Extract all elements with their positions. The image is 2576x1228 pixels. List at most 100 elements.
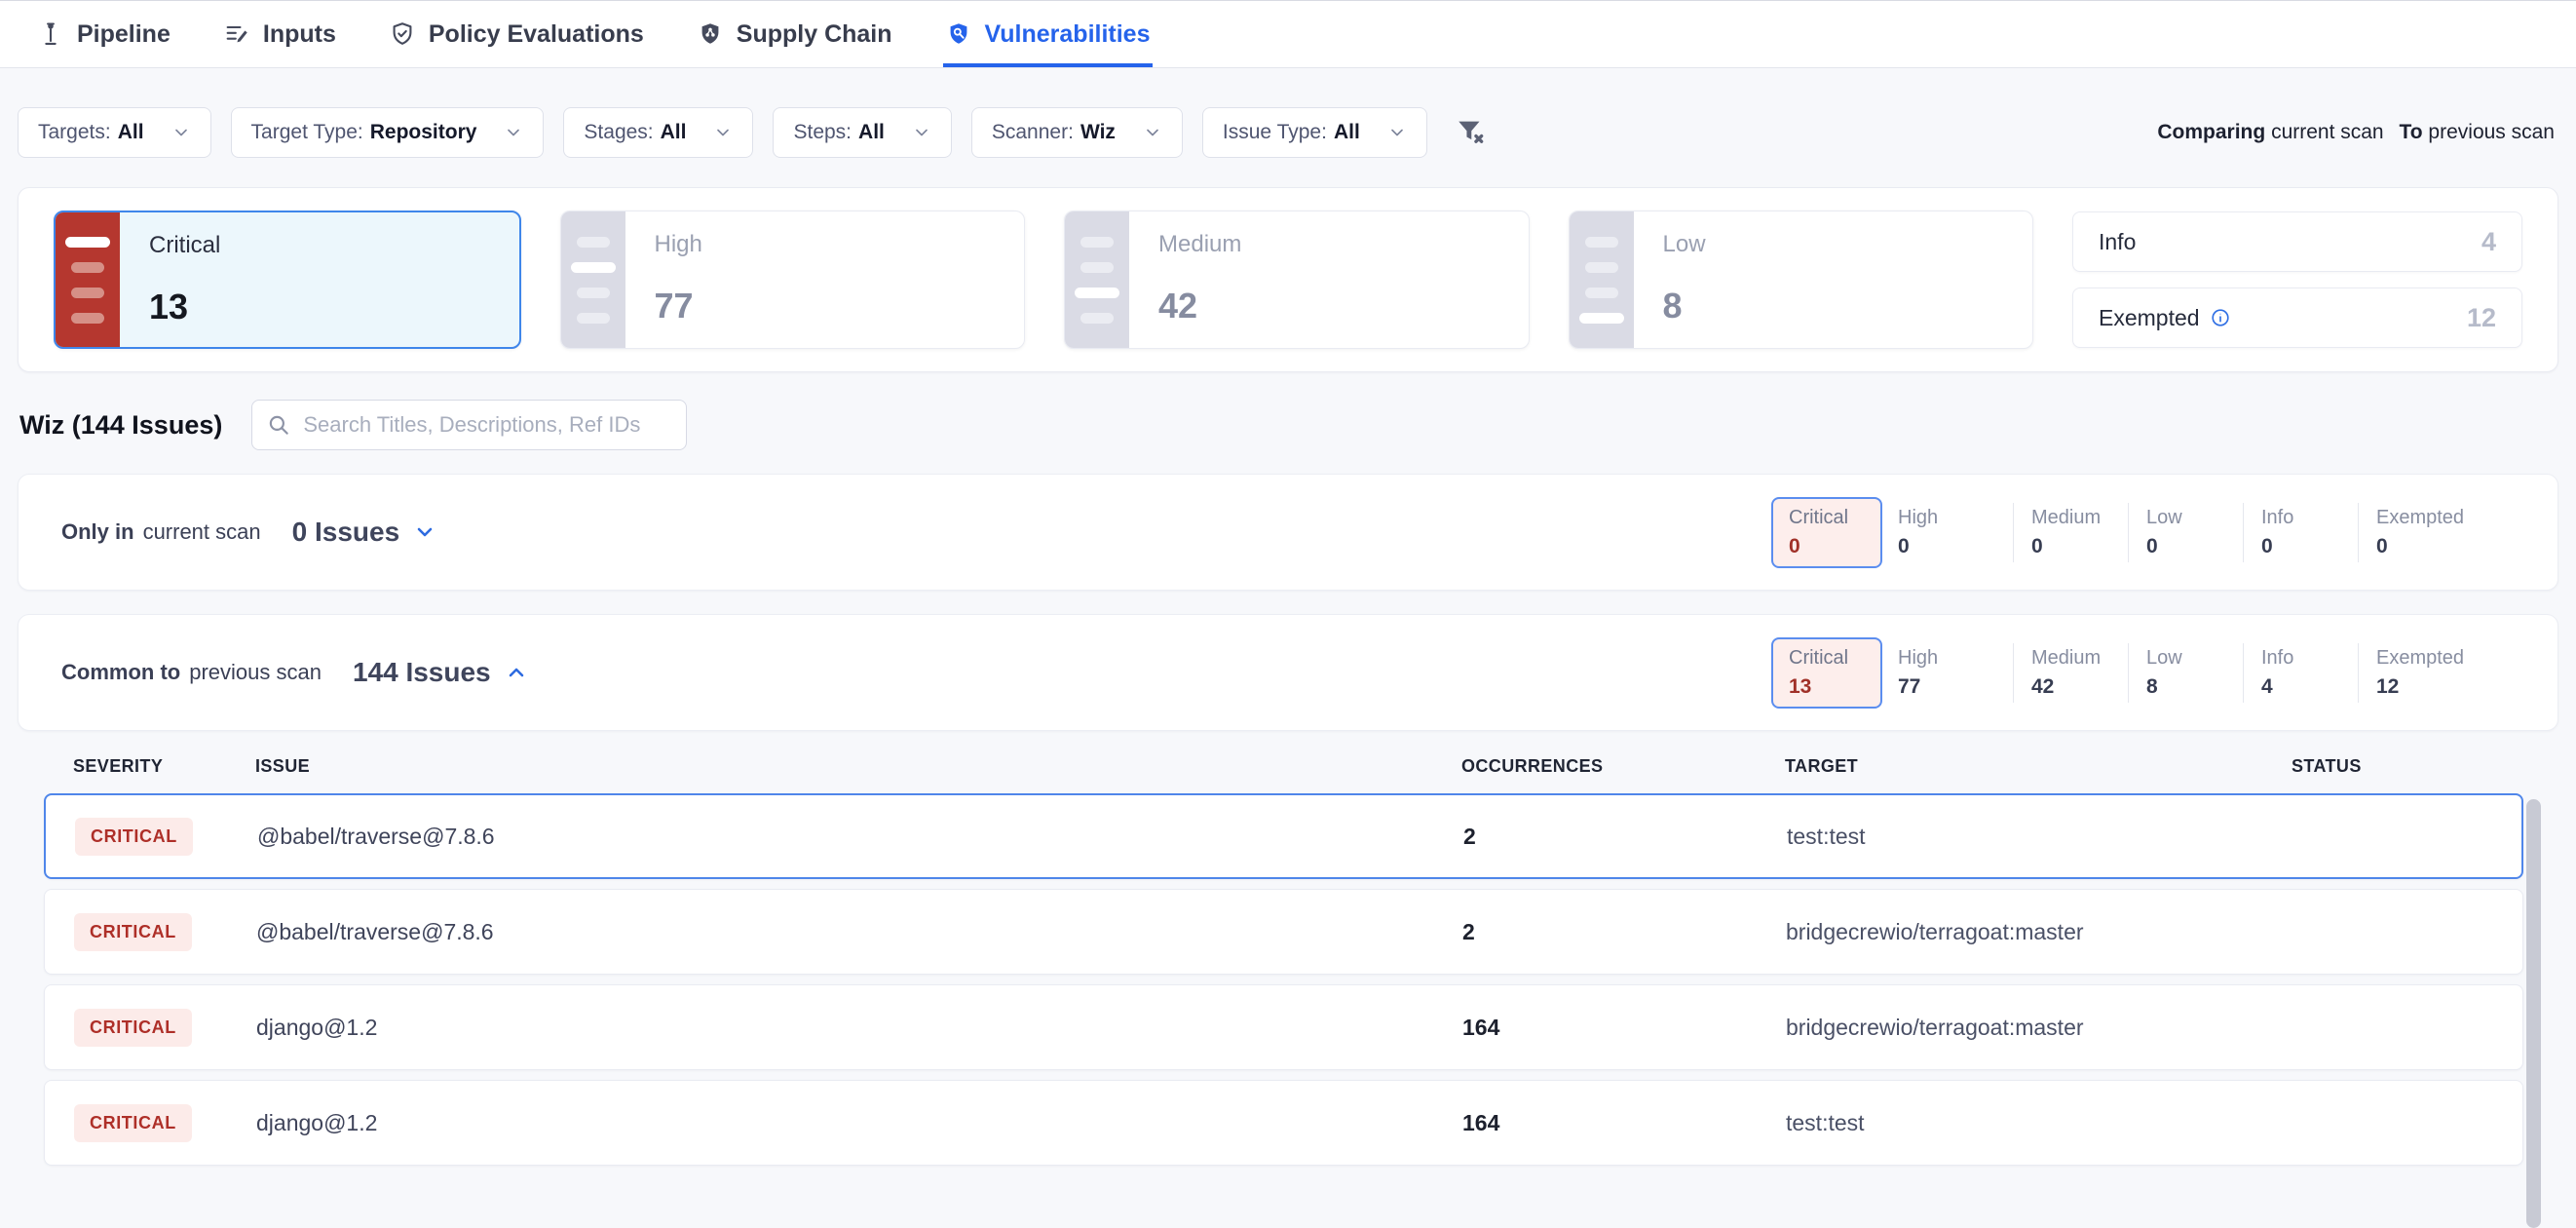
info-icon — [2210, 307, 2231, 328]
severity-badge: CRITICAL — [74, 1009, 192, 1047]
target-cell: test:test — [1787, 824, 2293, 850]
occurrences-cell: 2 — [1462, 919, 1786, 945]
issue-cell: django@1.2 — [256, 1015, 1462, 1041]
severity-label: Low — [1663, 231, 1706, 258]
section-rest-label: previous scan — [189, 660, 322, 685]
vertical-scrollbar[interactable] — [2526, 799, 2541, 1228]
tab-policy-evaluations[interactable]: Policy Evaluations — [387, 1, 646, 67]
table-row[interactable]: CRITICAL django@1.2 164 bridgecrewio/ter… — [44, 984, 2523, 1070]
issue-cell: @babel/traverse@7.8.6 — [256, 919, 1462, 945]
filter-stages[interactable]: Stages: All — [563, 107, 753, 158]
severity-stripe-icon — [561, 211, 625, 348]
chip-medium[interactable]: Medium 42 — [2013, 643, 2128, 703]
chevron-down-icon — [1143, 123, 1162, 142]
severity-count: 42 — [1158, 286, 1241, 326]
vulnerabilities-icon — [945, 20, 972, 48]
tab-supply-chain[interactable]: Supply Chain — [695, 1, 894, 67]
info-count: 4 — [2481, 227, 2496, 257]
issue-cell: @babel/traverse@7.8.6 — [257, 824, 1463, 850]
severity-summary: Critical 13 High 77 Medium 42 Low 8 I — [18, 187, 2558, 372]
chevron-down-icon — [713, 123, 733, 142]
severity-count: 13 — [149, 287, 220, 327]
tab-inputs[interactable]: Inputs — [221, 1, 338, 67]
section-bold-label: Common to — [61, 660, 180, 685]
table-header: SEVERITY ISSUE OCCURRENCES TARGET STATUS — [44, 748, 2523, 784]
tab-label: Policy Evaluations — [429, 20, 644, 49]
severity-card-medium[interactable]: Medium 42 — [1064, 211, 1530, 349]
info-label: Info — [2099, 229, 2136, 255]
supply-chain-icon — [697, 20, 724, 48]
chip-info[interactable]: Info 0 — [2243, 503, 2358, 562]
target-cell: bridgecrewio/terragoat:master — [1786, 919, 2292, 945]
pipeline-icon — [37, 20, 64, 48]
target-cell: test:test — [1786, 1110, 2292, 1136]
chip-exempted[interactable]: Exempted 0 — [2358, 503, 2473, 562]
section-bold-label: Only in — [61, 519, 134, 545]
chevron-down-icon — [504, 123, 523, 142]
severity-card-low[interactable]: Low 8 — [1569, 211, 2034, 349]
filter-issue-type[interactable]: Issue Type: All — [1202, 107, 1427, 158]
filter-targets[interactable]: Targets: All — [18, 107, 211, 158]
chip-low[interactable]: Low 0 — [2128, 503, 2243, 562]
chip-critical[interactable]: Critical 0 — [1771, 497, 1882, 568]
issues-count-toggle[interactable]: 144 Issues — [353, 657, 528, 688]
table-row[interactable]: CRITICAL django@1.2 164 test:test — [44, 1080, 2523, 1166]
chip-critical[interactable]: Critical 13 — [1771, 637, 1882, 709]
severity-card-critical[interactable]: Critical 13 — [54, 211, 521, 349]
column-severity: SEVERITY — [44, 756, 255, 777]
chip-info[interactable]: Info 4 — [2243, 643, 2358, 703]
tab-vulnerabilities[interactable]: Vulnerabilities — [943, 1, 1153, 67]
issues-count-toggle[interactable]: 0 Issues — [292, 517, 437, 548]
search-icon — [266, 412, 291, 438]
chip-medium[interactable]: Medium 0 — [2013, 503, 2128, 562]
severity-card-high[interactable]: High 77 — [560, 211, 1026, 349]
column-occurrences: OCCURRENCES — [1461, 756, 1785, 777]
search-input[interactable] — [301, 411, 672, 439]
info-card[interactable]: Info 4 — [2072, 211, 2522, 272]
chevron-down-icon — [171, 123, 191, 142]
chip-low[interactable]: Low 8 — [2128, 643, 2243, 703]
inputs-icon — [223, 20, 250, 48]
tab-pipeline[interactable]: Pipeline — [35, 1, 172, 67]
top-tab-bar: Pipeline Inputs Policy Evaluations Suppl… — [0, 0, 2576, 68]
section-rest-label: current scan — [143, 519, 261, 545]
column-issue: ISSUE — [255, 756, 1461, 777]
chip-high[interactable]: High 0 — [1898, 503, 2013, 562]
severity-label: High — [655, 231, 702, 258]
severity-badge: CRITICAL — [74, 1104, 192, 1142]
severity-stripe-icon — [56, 212, 120, 347]
exempted-count: 12 — [2467, 303, 2496, 333]
filter-steps[interactable]: Steps: All — [773, 107, 951, 158]
table-row[interactable]: CRITICAL @babel/traverse@7.8.6 2 bridgec… — [44, 889, 2523, 975]
clear-filters-button[interactable] — [1455, 116, 1488, 149]
filter-scanner[interactable]: Scanner: Wiz — [971, 107, 1183, 158]
issue-cell: django@1.2 — [256, 1110, 1462, 1136]
chevron-down-icon — [413, 520, 436, 544]
severity-chips: Critical 0 High 0 Medium 0 Low 0 Info 0 … — [1771, 497, 2473, 568]
chip-high[interactable]: High 77 — [1898, 643, 2013, 703]
chip-exempted[interactable]: Exempted 12 — [2358, 643, 2473, 703]
filter-bar: Targets: All Target Type: Repository Sta… — [18, 107, 2558, 158]
comparing-text: Comparing current scan To previous scan — [2157, 121, 2558, 144]
target-cell: bridgecrewio/terragoat:master — [1786, 1015, 2292, 1041]
occurrences-cell: 164 — [1462, 1110, 1786, 1136]
severity-count: 8 — [1663, 286, 1706, 326]
column-status: STATUS — [2292, 756, 2523, 777]
common-to-previous-scan-section: Common to previous scan 144 Issues Criti… — [18, 614, 2558, 731]
exempted-card[interactable]: Exempted 12 — [2072, 288, 2522, 348]
occurrences-cell: 2 — [1463, 824, 1787, 850]
only-in-current-scan-section: Only in current scan 0 Issues Critical 0… — [18, 474, 2558, 591]
tab-label: Pipeline — [77, 20, 170, 49]
filter-target-type[interactable]: Target Type: Repository — [231, 107, 545, 158]
occurrences-cell: 164 — [1462, 1015, 1786, 1041]
severity-badge: CRITICAL — [74, 913, 192, 951]
policy-evaluations-icon — [389, 20, 416, 48]
severity-label: Medium — [1158, 231, 1241, 258]
severity-stripe-icon — [1065, 211, 1129, 348]
tab-label: Inputs — [263, 20, 336, 49]
tab-label: Vulnerabilities — [985, 20, 1151, 49]
funnel-x-icon — [1455, 116, 1488, 149]
chevron-down-icon — [1387, 123, 1407, 142]
table-row[interactable]: CRITICAL @babel/traverse@7.8.6 2 test:te… — [44, 793, 2523, 879]
severity-label: Critical — [149, 232, 220, 259]
